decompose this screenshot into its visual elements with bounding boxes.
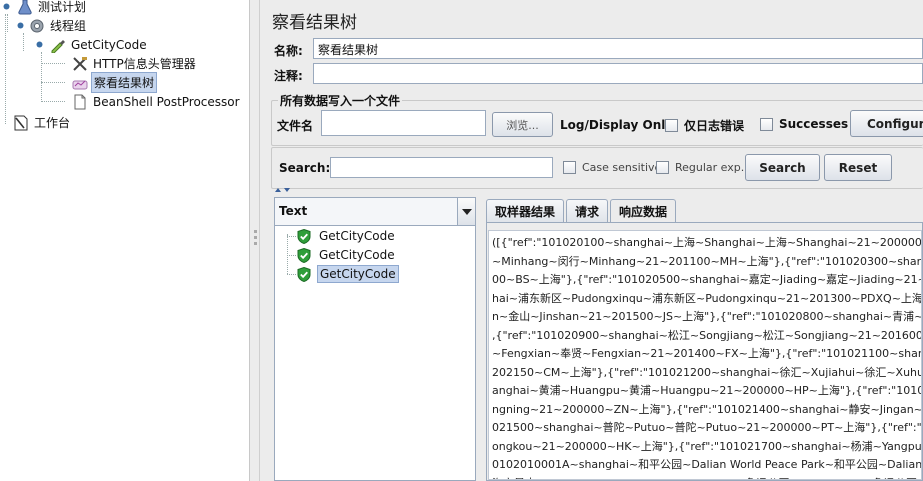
search-input[interactable] xyxy=(330,157,553,178)
renderer-select[interactable]: Text xyxy=(275,198,475,226)
configure-button[interactable]: Configure xyxy=(850,110,923,137)
tab-response-data[interactable]: 响应数据 xyxy=(610,199,677,223)
case-sensitive-checkbox[interactable]: Case sensitive xyxy=(563,161,661,174)
response-data-panel: ([{"ref":"101020100~shanghai~上海~Shanghai… xyxy=(486,222,923,481)
response-line: 0102010001A~shanghai~和平公园~Dalian World P… xyxy=(492,458,922,471)
sample-label: GetCityCode xyxy=(317,265,399,283)
checkbox-box[interactable] xyxy=(665,119,678,132)
tree-node-label: 察看结果树 xyxy=(91,72,158,93)
checkbox-box[interactable] xyxy=(760,117,773,131)
case-sensitive-label: Case sensitive xyxy=(582,161,662,174)
search-button[interactable]: Search xyxy=(745,154,820,181)
gear-icon xyxy=(30,19,44,32)
tab-sampler-result[interactable]: 取样器结果 xyxy=(486,199,565,223)
sample-result-item[interactable]: GetCityCode xyxy=(297,265,399,283)
tree-node-label: 线程组 xyxy=(50,19,87,33)
tools-icon xyxy=(73,56,87,71)
response-line: anghai~黄浦~Huangpu~黄浦~Huangpu~21~200000~H… xyxy=(492,384,922,397)
result-tabs: 取样器结果 请求 响应数据 xyxy=(486,199,678,223)
filename-field[interactable] xyxy=(321,110,486,136)
response-line: hai~浦东新区~Pudongxinqu~浦东新区~Pudongxinqu~21… xyxy=(492,291,922,305)
checkbox-box[interactable] xyxy=(656,161,669,174)
response-line: ngning~21~200000~ZN~上海"},{"ref":"1010214… xyxy=(492,402,922,416)
sample-result-item[interactable]: GetCityCode xyxy=(297,227,397,245)
tree-node-label: 测试计划 xyxy=(38,0,87,14)
tree-node-header-manager[interactable]: HTTP信息头管理器 xyxy=(72,54,198,73)
name-field[interactable]: 察看结果树 xyxy=(313,38,923,59)
expand-handle-icon[interactable] xyxy=(35,40,44,49)
panel-title: 察看结果树 xyxy=(272,13,357,33)
success-shield-icon xyxy=(297,266,311,282)
response-line: 00~BS~上海"},{"ref":"101020500~shanghai~嘉定… xyxy=(492,273,922,286)
errors-only-checkbox[interactable]: 仅日志错误 xyxy=(665,117,744,134)
tree-node-label: 工作台 xyxy=(34,116,71,130)
tree-node-label: GetCityCode xyxy=(71,37,147,52)
response-line: 021500~shanghai~普陀~Putuo~普陀~Putuo~21~200… xyxy=(492,421,922,434)
response-line: 202150~CM~上海"},{"ref":"101021200~shangha… xyxy=(492,365,922,379)
chevron-down-icon[interactable] xyxy=(457,198,475,225)
success-shield-icon xyxy=(297,247,311,263)
response-line: ~Minhang~闵行~Minhang~21~201100~MH~上海"},{"… xyxy=(492,254,922,268)
response-line: ~Fengxian~奉贤~Fengxian~21~201400~FX~上海"},… xyxy=(492,347,922,360)
response-line: ,{"ref":"101020900~shanghai~松江~Songjiang… xyxy=(492,328,922,342)
response-line: 海市景点"},{"ref":"10102010002A~shanghai~鲁迅公… xyxy=(492,475,921,480)
sample-label: GetCityCode xyxy=(319,229,395,243)
search-label: Search: xyxy=(279,161,331,175)
tree-node-view-results-tree[interactable]: 察看结果树 xyxy=(72,72,158,93)
test-plan-tree[interactable]: 测试计划 线程组 GetCityCode HTTP信息头管理器 察看结果树 Be… xyxy=(0,0,250,481)
comment-label: 注释: xyxy=(274,69,303,83)
tree-node-workbench[interactable]: 工作台 xyxy=(13,113,72,132)
successes-label: Successes xyxy=(779,117,849,131)
sample-result-item[interactable]: GetCityCode xyxy=(297,246,397,264)
tree-node-label: HTTP信息头管理器 xyxy=(93,57,196,71)
flask-icon xyxy=(18,0,32,14)
chart-listener-icon xyxy=(72,80,88,89)
pane-splitter[interactable] xyxy=(251,0,260,481)
sample-results-list[interactable]: Text GetCityCode GetCityCode GetCityCode xyxy=(274,197,476,481)
collapse-arrows-icon[interactable] xyxy=(274,186,296,194)
renderer-value: Text xyxy=(279,204,308,218)
sample-label: GetCityCode xyxy=(319,248,395,262)
tab-request[interactable]: 请求 xyxy=(566,199,609,223)
tree-node-test-plan[interactable]: 测试计划 xyxy=(2,0,88,16)
name-label: 名称: xyxy=(274,44,303,58)
tree-node-beanshell-postprocessor[interactable]: BeanShell PostProcessor xyxy=(72,92,242,111)
filename-label: 文件名 xyxy=(277,119,314,133)
comment-field[interactable] xyxy=(313,63,923,84)
tree-node-thread-group[interactable]: 线程组 xyxy=(16,16,88,35)
response-line: ([{"ref":"101020100~shanghai~上海~Shanghai… xyxy=(492,236,922,249)
pipette-icon xyxy=(51,39,65,53)
successes-checkbox[interactable]: Successes xyxy=(760,117,848,131)
response-line: n~金山~Jinshan~21~201500~JS~上海"},{"ref":"1… xyxy=(492,310,922,323)
workbench-icon xyxy=(14,115,28,130)
results-splitter[interactable] xyxy=(477,197,485,481)
tree-node-label: BeanShell PostProcessor xyxy=(93,94,240,109)
reset-button[interactable]: Reset xyxy=(824,154,892,181)
checkbox-box[interactable] xyxy=(563,161,576,174)
tree-node-http-sampler[interactable]: GetCityCode xyxy=(35,35,149,54)
expand-handle-icon[interactable] xyxy=(2,2,11,11)
success-shield-icon xyxy=(297,228,311,244)
response-text-area[interactable]: ([{"ref":"101020100~shanghai~上海~Shanghai… xyxy=(488,230,922,480)
file-group-title: 所有数据写入一个文件 xyxy=(278,92,403,109)
expand-handle-icon[interactable] xyxy=(16,21,25,30)
regex-label: Regular exp. xyxy=(675,161,745,174)
regex-checkbox[interactable]: Regular exp. xyxy=(656,161,744,174)
browse-button[interactable]: 浏览... xyxy=(492,112,553,137)
errors-only-label: 仅日志错误 xyxy=(684,119,745,133)
log-display-only-label: Log/Display Only: xyxy=(560,118,678,132)
document-icon xyxy=(74,94,86,109)
response-line: ongkou~21~200000~HK~上海"},{"ref":"1010217… xyxy=(492,439,922,453)
